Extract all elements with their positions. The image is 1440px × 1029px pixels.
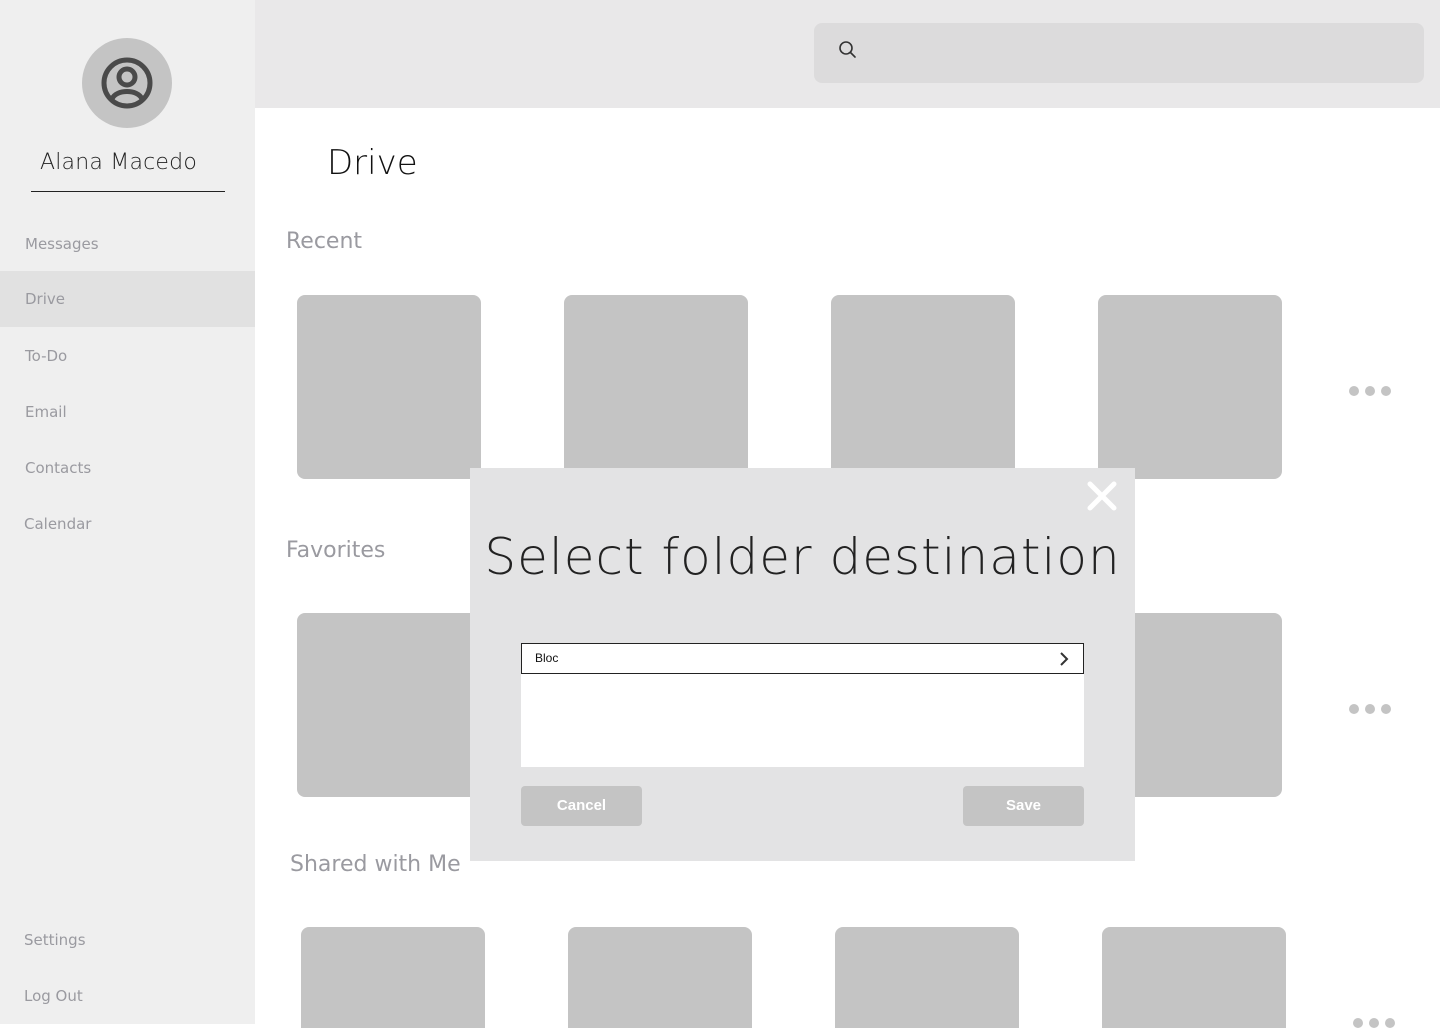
sidebar-item-label: Contacts [25,459,92,477]
sidebar-item-label: Messages [25,235,99,253]
section-title-recent: Recent [286,229,363,254]
folder-item[interactable]: Bloc [521,643,1084,674]
avatar[interactable] [82,38,172,128]
folder-destination-modal: Select folder destination Bloc Cancel Sa… [470,468,1135,861]
file-tile[interactable] [564,295,748,479]
sidebar-item-label: Calendar [24,515,92,533]
folder-label: Bloc [535,651,559,665]
sidebar-item-label: Drive [25,290,65,308]
close-icon[interactable] [1082,476,1122,516]
sidebar: Alana Macedo Messages Drive To-Do Email … [0,0,255,1024]
sidebar-item-contacts[interactable]: Contacts [0,440,255,496]
save-button[interactable]: Save [963,786,1084,826]
file-tile[interactable] [835,927,1019,1028]
chevron-right-icon [1060,652,1069,666]
sidebar-item-settings[interactable]: Settings [0,912,255,968]
file-tile[interactable] [297,295,481,479]
sidebar-item-label: Email [25,403,67,421]
sidebar-item-label: Settings [24,931,86,949]
folder-list: Bloc [521,643,1084,767]
file-tile[interactable] [301,927,485,1028]
modal-title: Select folder destination [484,528,1121,586]
search-icon [839,41,856,58]
section-title-favorites: Favorites [286,538,386,563]
more-icon[interactable] [1349,703,1391,715]
search-input[interactable] [814,23,1424,83]
more-icon[interactable] [1353,1017,1395,1029]
sidebar-item-email[interactable]: Email [0,384,255,440]
sidebar-item-drive[interactable]: Drive [0,271,255,327]
section-title-shared: Shared with Me [290,852,461,877]
file-tile[interactable] [1102,927,1286,1028]
divider [31,191,225,192]
file-tile[interactable] [831,295,1015,479]
file-tile[interactable] [1098,295,1282,479]
user-icon [101,57,153,109]
more-icon[interactable] [1349,385,1391,397]
user-name: Alana Macedo [40,150,197,175]
sidebar-item-logout[interactable]: Log Out [0,968,255,1024]
sidebar-item-todo[interactable]: To-Do [0,328,255,384]
cancel-button[interactable]: Cancel [521,786,642,826]
sidebar-item-calendar[interactable]: Calendar [0,496,255,552]
page-title: Drive [327,143,418,183]
sidebar-item-label: To-Do [25,347,68,365]
sidebar-item-label: Log Out [24,987,83,1005]
file-tile[interactable] [568,927,752,1028]
file-tile[interactable] [297,613,481,797]
sidebar-item-messages[interactable]: Messages [0,216,255,272]
